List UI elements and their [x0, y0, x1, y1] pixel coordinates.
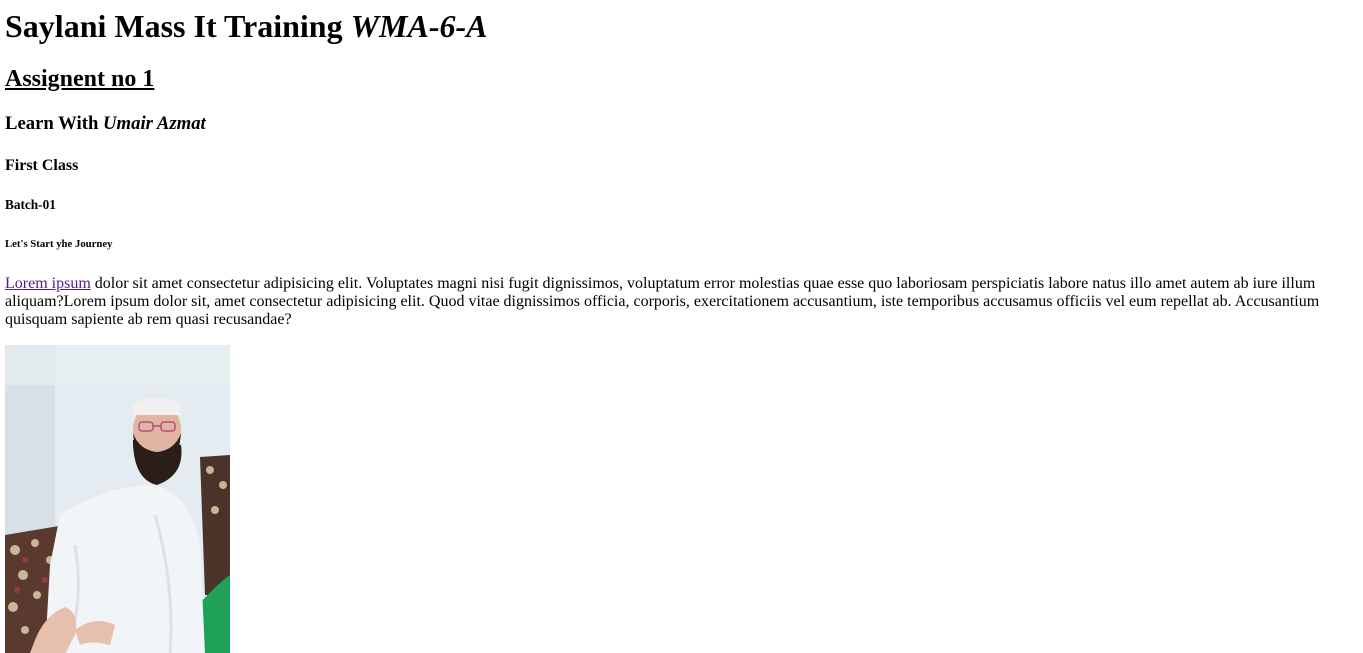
paragraph-text: dolor sit amet consectetur adipisicing e… — [5, 275, 1320, 328]
instructor-name: Umair Azmat — [103, 113, 206, 134]
title-batch-code: WMA-6-A — [350, 8, 488, 44]
lorem-paragraph: Lorem ipsum dolor sit amet consectetur a… — [5, 275, 1345, 329]
instructor-heading: Learn With Umair Azmat — [5, 113, 206, 135]
profile-photo — [5, 345, 230, 653]
journey-heading: Let's Start yhe Journey — [5, 238, 113, 250]
learn-prefix: Learn With — [5, 113, 104, 134]
page-title: Saylani Mass It Training WMA-6-A — [5, 8, 487, 45]
assignment-heading: Assignent no 1 — [5, 66, 155, 92]
lorem-ipsum-link[interactable]: Lorem ipsum — [5, 275, 91, 292]
class-heading: First Class — [5, 157, 79, 174]
batch-heading: Batch-01 — [5, 197, 56, 212]
title-main: Saylani Mass It Training — [5, 8, 351, 44]
